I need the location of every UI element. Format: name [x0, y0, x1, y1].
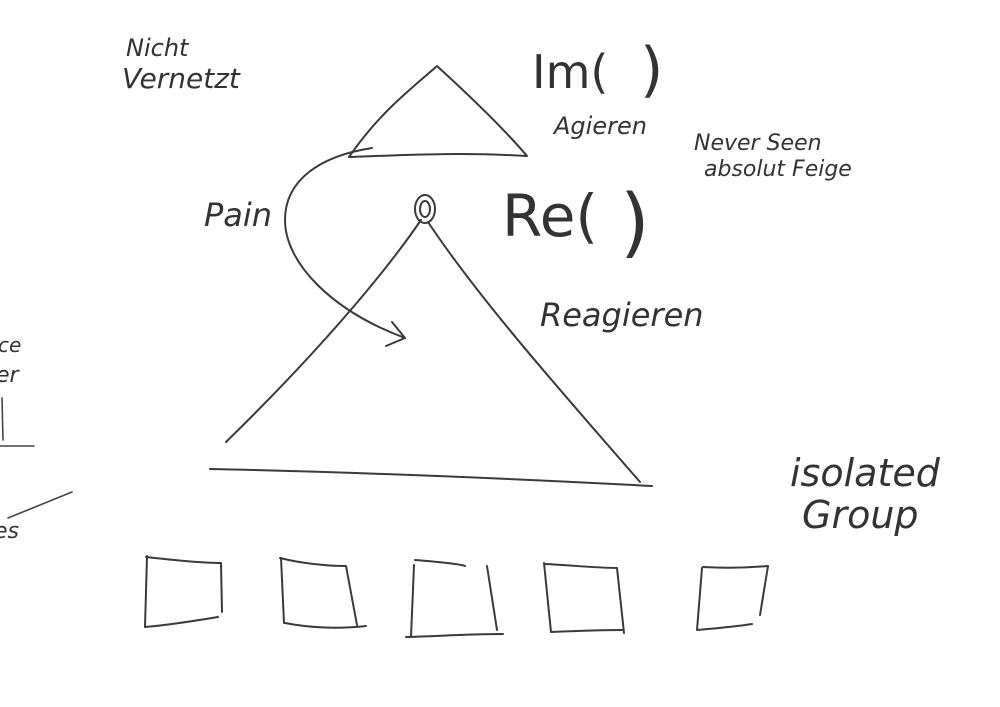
- pain-arrow-curve: [284, 147, 406, 339]
- edge-fragment-stroke-vertical: [1, 397, 4, 441]
- edge-fragment-2: er: [0, 363, 21, 388]
- edge-fragment-3: es: [0, 519, 19, 544]
- isolated-group-line1: isolated: [790, 451, 941, 495]
- box-2: [279, 557, 367, 629]
- nicht-vernetzt-line1: Nicht: [126, 34, 190, 62]
- re-label: Re( ): [502, 177, 650, 266]
- edge-fragment-1: ce: [0, 333, 21, 357]
- isolated-group-line2: Group: [802, 493, 919, 537]
- im-label: Im( ): [532, 35, 663, 105]
- nicht-vernetzt-line2: Vernetzt: [122, 62, 241, 95]
- reagieren-label: Reagieren: [540, 296, 704, 334]
- box-4: [543, 562, 625, 634]
- center-node-ring-outer: [414, 194, 436, 224]
- large-triangle-right-side: [427, 221, 641, 483]
- im-label-close: ): [640, 35, 663, 105]
- isolated-group-label: isolated Group: [790, 451, 941, 537]
- box-3: [405, 559, 504, 638]
- re-label-text: Re(: [502, 182, 598, 250]
- small-triangle: [348, 65, 528, 158]
- re-label-close: ): [620, 177, 650, 266]
- box-5: [696, 565, 769, 631]
- pain-label: Pain: [204, 196, 272, 234]
- box-row: [144, 555, 769, 638]
- large-triangle-base: [209, 468, 653, 487]
- nicht-vernetzt-label: Nicht Vernetzt: [122, 34, 241, 95]
- large-triangle: [209, 219, 653, 487]
- im-label-text: Im(: [532, 45, 608, 99]
- agieren-label: Agieren: [552, 112, 647, 140]
- never-seen-line1: Never Seen: [694, 131, 822, 156]
- box-1: [144, 555, 223, 628]
- large-triangle-left-side: [225, 219, 422, 443]
- never-seen-label: Never Seen absolut Feige: [694, 131, 852, 182]
- never-seen-line2: absolut Feige: [704, 157, 852, 182]
- center-node: [414, 194, 436, 224]
- edge-fragment-stroke-diagonal: [7, 491, 73, 519]
- left-edge-fragments: ce er es: [0, 333, 73, 544]
- whiteboard-canvas: ce er es Nicht Vernetzt Im( ) Agieren Ne…: [0, 34, 941, 638]
- center-node-ring-inner: [419, 200, 431, 218]
